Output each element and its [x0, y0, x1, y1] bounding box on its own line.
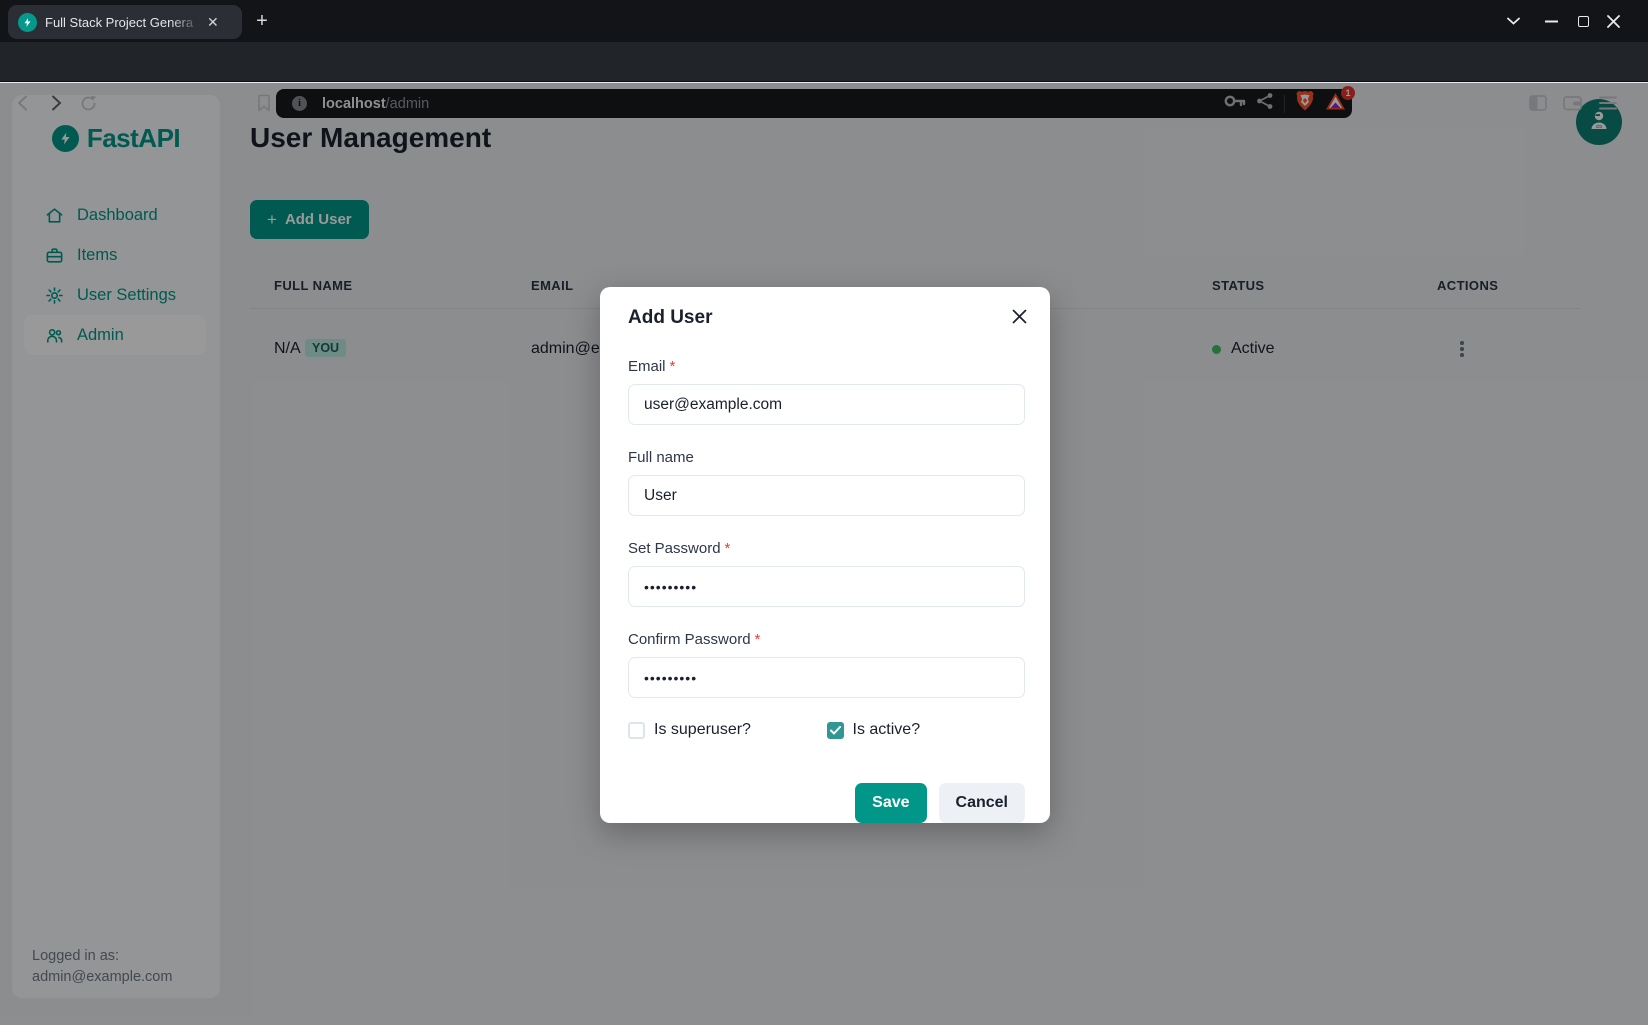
tab-search-chevron-icon[interactable] — [1500, 10, 1526, 32]
superuser-label: Is superuser? — [654, 721, 751, 739]
email-field[interactable] — [628, 384, 1025, 425]
email-field-group: Email* — [628, 358, 1025, 425]
is-superuser-option[interactable]: Is superuser? — [628, 721, 827, 739]
tab-close-icon[interactable]: ✕ — [207, 15, 219, 29]
confirm-password-field[interactable] — [628, 657, 1025, 698]
add-user-modal: Add User Email* Full name Set Password* … — [600, 287, 1050, 823]
browser-tab-strip: Full Stack Project Genera ✕ + — [0, 0, 1648, 42]
active-label: Is active? — [853, 721, 921, 739]
full-name-field[interactable] — [628, 475, 1025, 516]
required-asterisk: * — [725, 540, 731, 557]
cancel-button[interactable]: Cancel — [939, 783, 1025, 823]
maximize-icon[interactable] — [1570, 10, 1596, 32]
browser-tab[interactable]: Full Stack Project Genera ✕ — [8, 5, 242, 39]
new-tab-icon[interactable]: + — [250, 9, 274, 33]
set-password-field[interactable] — [628, 566, 1025, 607]
set-password-label: Set Password* — [628, 540, 730, 557]
full-name-field-group: Full name — [628, 449, 1025, 516]
minimize-icon[interactable] — [1538, 10, 1564, 32]
superuser-checkbox[interactable] — [628, 722, 645, 739]
fastapi-favicon — [18, 13, 37, 32]
window-close-icon[interactable] — [1600, 10, 1626, 32]
active-checkbox[interactable] — [827, 722, 844, 739]
save-button[interactable]: Save — [855, 783, 926, 823]
set-password-field-group: Set Password* — [628, 540, 1025, 607]
confirm-password-label: Confirm Password* — [628, 631, 760, 648]
browser-toolbar: i localhost/admin 1 — [0, 42, 1648, 82]
tab-title: Full Stack Project Genera — [45, 15, 205, 30]
full-name-label: Full name — [628, 449, 694, 466]
close-icon[interactable] — [1004, 301, 1034, 331]
modal-title: Add User — [628, 307, 1025, 329]
is-active-option[interactable]: Is active? — [827, 721, 1026, 739]
confirm-password-field-group: Confirm Password* — [628, 631, 1025, 698]
required-asterisk: * — [670, 358, 676, 375]
modal-actions: Save Cancel — [628, 783, 1025, 823]
email-label: Email* — [628, 358, 675, 375]
checkbox-row: Is superuser? Is active? — [628, 721, 1025, 739]
required-asterisk: * — [755, 631, 761, 648]
